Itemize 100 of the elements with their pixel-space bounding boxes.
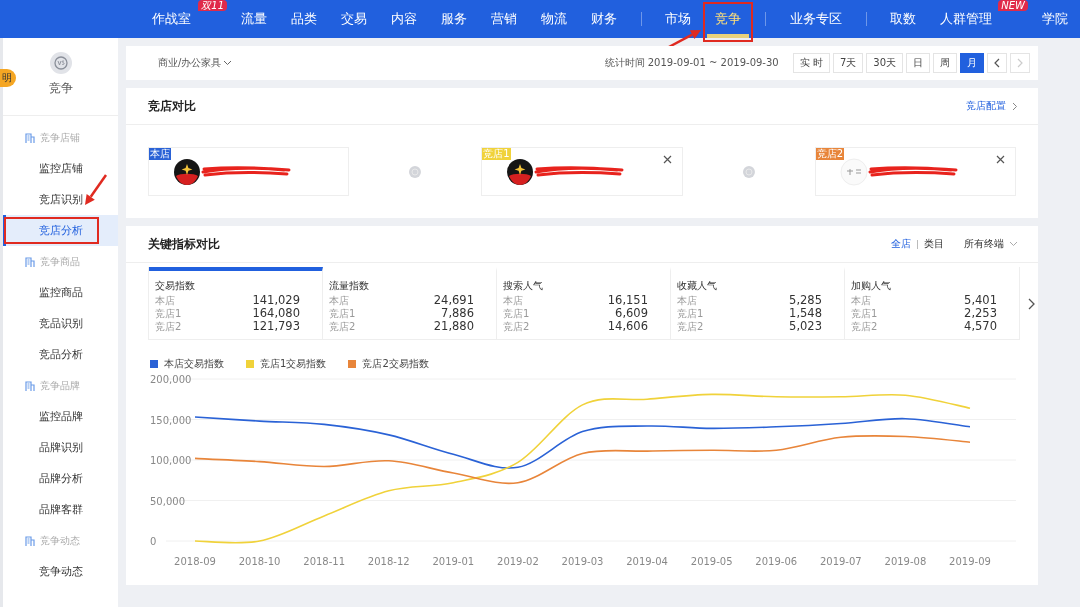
chevron-icon: [1028, 297, 1035, 310]
metric-value: 164,080: [252, 307, 300, 320]
metric-value: 1,548: [789, 307, 822, 320]
category-dropdown[interactable]: 商业/办公家具: [158, 56, 233, 70]
metric-tab[interactable]: 交易指数 本店 141,029 竞店1 164,080 竞店2 121,793: [149, 267, 323, 339]
x-axis-label: 2018-11: [303, 556, 346, 567]
metric-value: 14,606: [607, 320, 648, 333]
sidebar-item[interactable]: 品牌分析: [3, 463, 118, 494]
metric-label: 竞店2: [329, 320, 356, 333]
y-axis-label: 100,000: [150, 455, 192, 466]
x-axis-label: 2018-10: [238, 556, 281, 567]
range-button[interactable]: 月: [960, 53, 984, 73]
chevron-icon: [993, 58, 1001, 68]
range-button[interactable]: 30天: [866, 53, 903, 73]
scope-toggle[interactable]: 类目: [924, 237, 944, 251]
sidebar-item[interactable]: 竞争动态: [3, 556, 118, 587]
sidebar-item[interactable]: 监控商品: [3, 277, 118, 308]
y-axis-label: 200,000: [150, 374, 192, 385]
nav-tab[interactable]: 营销: [483, 0, 525, 38]
group-label: 竞争动态: [40, 533, 80, 548]
metric-value: 5,023: [789, 320, 822, 333]
range-button[interactable]: 周: [933, 53, 957, 73]
metric-value: 4,570: [964, 320, 997, 333]
nav-tab[interactable]: 服务: [433, 0, 475, 38]
x-axis-label: 2019-06: [755, 556, 798, 567]
sidebar-item[interactable]: 竞店识别: [3, 184, 118, 215]
range-button[interactable]: 实 时: [792, 53, 830, 73]
nav-tab[interactable]: 人群管理: [932, 0, 1000, 38]
x-axis-label: 2019-09: [949, 556, 991, 567]
nav-tab[interactable]: 交易: [333, 0, 375, 38]
nav-tab[interactable]: 竞争: [707, 0, 750, 38]
versus-icon: [742, 165, 755, 178]
versus-icon: [49, 52, 72, 74]
metric-label: 本店: [155, 294, 175, 307]
metric-name: 流量指数: [329, 279, 370, 293]
x-axis-label: 2019-04: [626, 556, 668, 567]
sidebar-item[interactable]: 监控店铺: [3, 153, 118, 184]
nav-tab[interactable]: 流量: [233, 0, 275, 38]
scope-toggle[interactable]: 全店: [891, 237, 911, 251]
sidebar-item[interactable]: 监控品牌: [3, 401, 118, 432]
versus-icon: [409, 165, 422, 178]
store-config-link[interactable]: 竞店配置: [966, 99, 1006, 113]
metric-label: 竞店2: [155, 320, 182, 333]
metric-label: 本店: [677, 294, 697, 307]
metric-tab[interactable]: 搜索人气 本店 16,151 竞店1 6,609 竞店2 14,606: [497, 267, 671, 339]
caret-icon: [223, 60, 233, 66]
sidebar-item[interactable]: 竞品识别: [3, 308, 118, 339]
metric-name: 交易指数: [155, 279, 196, 293]
caret-icon: [1009, 241, 1018, 247]
metric-label: 竞店1: [155, 307, 182, 320]
nav-tab[interactable]: 作战室: [144, 0, 199, 38]
store-tag: 竞店2: [815, 148, 844, 160]
nav-tab[interactable]: 市场: [657, 0, 700, 38]
metric-value: 16,151: [607, 294, 648, 307]
metric-value: 7,886: [441, 307, 474, 320]
metric-tab[interactable]: 收藏人气 本店 5,285 竞店1 1,548 竞店2 5,023: [671, 267, 845, 339]
chevron-icon: [1016, 58, 1024, 68]
range-button[interactable]: 日: [906, 53, 930, 73]
metric-name: 加购人气: [851, 279, 892, 293]
x-axis-label: 2019-05: [690, 556, 733, 567]
nav-tab[interactable]: 学院: [1034, 0, 1076, 38]
sidebar-item[interactable]: 品牌客群: [3, 494, 118, 525]
nav-badge: 双11: [198, 0, 227, 11]
legend-label: 本店交易指数: [164, 357, 224, 371]
nav-badge: NEW: [998, 0, 1028, 11]
metric-value: 141,029: [252, 294, 300, 307]
sidebar-title: 竞争: [48, 80, 73, 97]
nav-tab[interactable]: 取数: [882, 0, 924, 38]
metric-label: 竞店2: [677, 320, 704, 333]
metric-name: 收藏人气: [677, 279, 718, 293]
metric-label: 本店: [851, 294, 871, 307]
store-tag: 竞店1: [482, 148, 511, 160]
metric-label: 本店: [503, 294, 523, 307]
sidebar-item[interactable]: 竞品分析: [3, 339, 118, 370]
nav-tab[interactable]: 财务: [583, 0, 625, 38]
store-tag: 本店: [149, 148, 171, 160]
x-axis-label: 2019-08: [884, 556, 927, 567]
x-axis-label: 2018-12: [367, 556, 410, 567]
metric-label: 竞店2: [851, 320, 878, 333]
x-axis-label: 2018-09: [174, 556, 216, 567]
store-card[interactable]: 本店: [148, 147, 350, 196]
close-icon[interactable]: [662, 155, 672, 164]
nav-tab[interactable]: 业务专区: [781, 0, 850, 38]
terminal-dropdown[interactable]: 所有终端: [964, 237, 1018, 251]
card-title: 竞店对比: [148, 98, 196, 114]
range-button[interactable]: 7天: [832, 53, 864, 73]
y-axis-label: 0: [150, 536, 157, 547]
sidebar-item[interactable]: 品牌识别: [3, 432, 118, 463]
building-icon: [25, 380, 35, 391]
nav-tab[interactable]: 物流: [533, 0, 575, 38]
legend-label: 竞店1交易指数: [260, 357, 327, 371]
close-icon[interactable]: [996, 155, 1005, 164]
metric-tab[interactable]: 流量指数 本店 24,691 竞店1 7,886 竞店2 21,880: [323, 267, 497, 339]
nav-tab[interactable]: 品类: [283, 0, 325, 38]
nav-tab[interactable]: 内容: [383, 0, 425, 38]
metric-value: 6,609: [615, 307, 648, 320]
metric-tab[interactable]: 加购人气 本店 5,401 竞店1 2,253 竞店2 4,570: [845, 267, 1019, 339]
side-tab[interactable]: 明: [0, 69, 16, 87]
x-axis-label: 2019-07: [819, 556, 862, 567]
y-axis-label: 50,000: [150, 495, 185, 507]
